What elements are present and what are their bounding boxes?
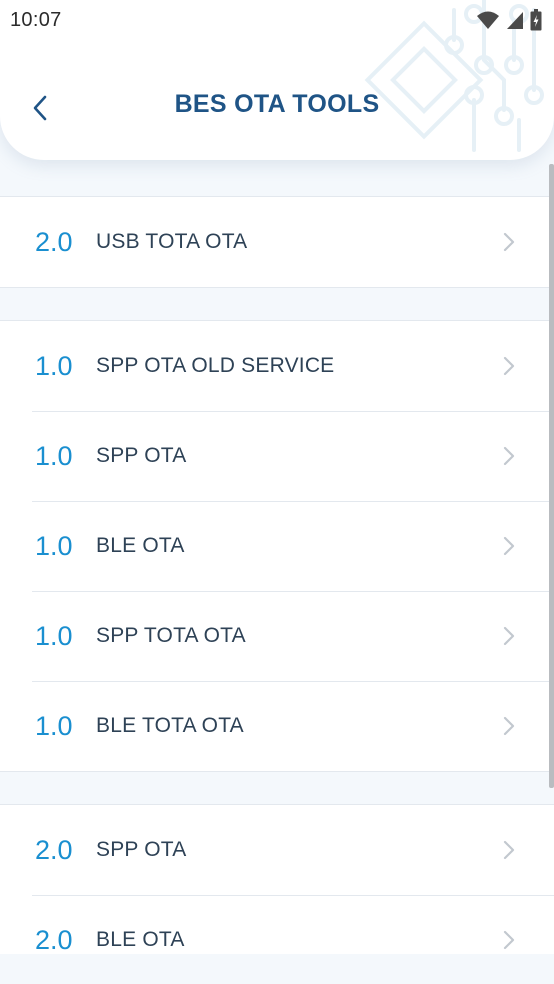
bottom-strip: [0, 954, 554, 984]
item-label: USB TOTA OTA: [96, 230, 248, 253]
chevron-right-icon: [503, 626, 515, 646]
item-label: BLE OTA: [96, 534, 185, 557]
screen: BES OTA TOOLS 10:07 2.0 USB TOTA OTA 1.0…: [0, 0, 554, 984]
list-item[interactable]: 1.0 SPP TOTA OTA: [0, 591, 554, 681]
chevron-right-icon: [503, 536, 515, 556]
group-version-2-top: 2.0 USB TOTA OTA: [0, 196, 554, 288]
chevron-right-icon: [503, 356, 515, 376]
cell-signal-icon: [507, 12, 523, 29]
list-item[interactable]: 1.0 SPP OTA: [0, 411, 554, 501]
wifi-icon: [477, 11, 499, 29]
chevron-right-icon: [503, 930, 515, 950]
version-label: 1.0: [35, 530, 73, 561]
version-label: 1.0: [35, 440, 73, 471]
chevron-right-icon: [503, 716, 515, 736]
group-version-2: 2.0 SPP OTA 2.0 BLE OTA: [0, 804, 554, 954]
item-label: SPP OTA OLD SERVICE: [96, 354, 335, 377]
battery-icon: [530, 9, 542, 31]
list-item[interactable]: 2.0 SPP OTA: [0, 805, 554, 895]
group-separator: [0, 288, 554, 320]
version-label: 1.0: [35, 620, 73, 651]
list-spacer: [0, 160, 554, 196]
version-label: 1.0: [35, 710, 73, 741]
version-label: 1.0: [35, 350, 73, 381]
group-version-1: 1.0 SPP OTA OLD SERVICE 1.0 SPP OTA 1.0 …: [0, 320, 554, 772]
list-item[interactable]: 2.0 BLE OTA: [0, 895, 554, 954]
page-title: BES OTA TOOLS: [174, 90, 380, 118]
ota-tool-list: 2.0 USB TOTA OTA 1.0 SPP OTA OLD SERVICE…: [0, 160, 554, 954]
list-item[interactable]: 1.0 SPP OTA OLD SERVICE: [0, 321, 554, 411]
item-label: SPP OTA: [96, 838, 187, 861]
version-label: 2.0: [35, 834, 73, 865]
status-icons: [476, 9, 542, 31]
item-label: SPP OTA: [96, 444, 187, 467]
version-label: 2.0: [35, 924, 73, 955]
status-bar: 10:07: [0, 0, 554, 40]
chevron-right-icon: [503, 232, 515, 252]
group-separator: [0, 772, 554, 804]
item-label: SPP TOTA OTA: [96, 624, 246, 647]
chevron-right-icon: [503, 840, 515, 860]
list-item[interactable]: 1.0 BLE TOTA OTA: [0, 681, 554, 771]
version-label: 2.0: [35, 226, 73, 257]
scrollbar[interactable]: [549, 164, 554, 788]
chevron-right-icon: [503, 446, 515, 466]
status-time: 10:07: [10, 8, 62, 31]
list-item[interactable]: 1.0 BLE OTA: [0, 501, 554, 591]
item-label: BLE TOTA OTA: [96, 714, 244, 737]
item-label: BLE OTA: [96, 928, 185, 951]
list-item[interactable]: 2.0 USB TOTA OTA: [0, 197, 554, 287]
